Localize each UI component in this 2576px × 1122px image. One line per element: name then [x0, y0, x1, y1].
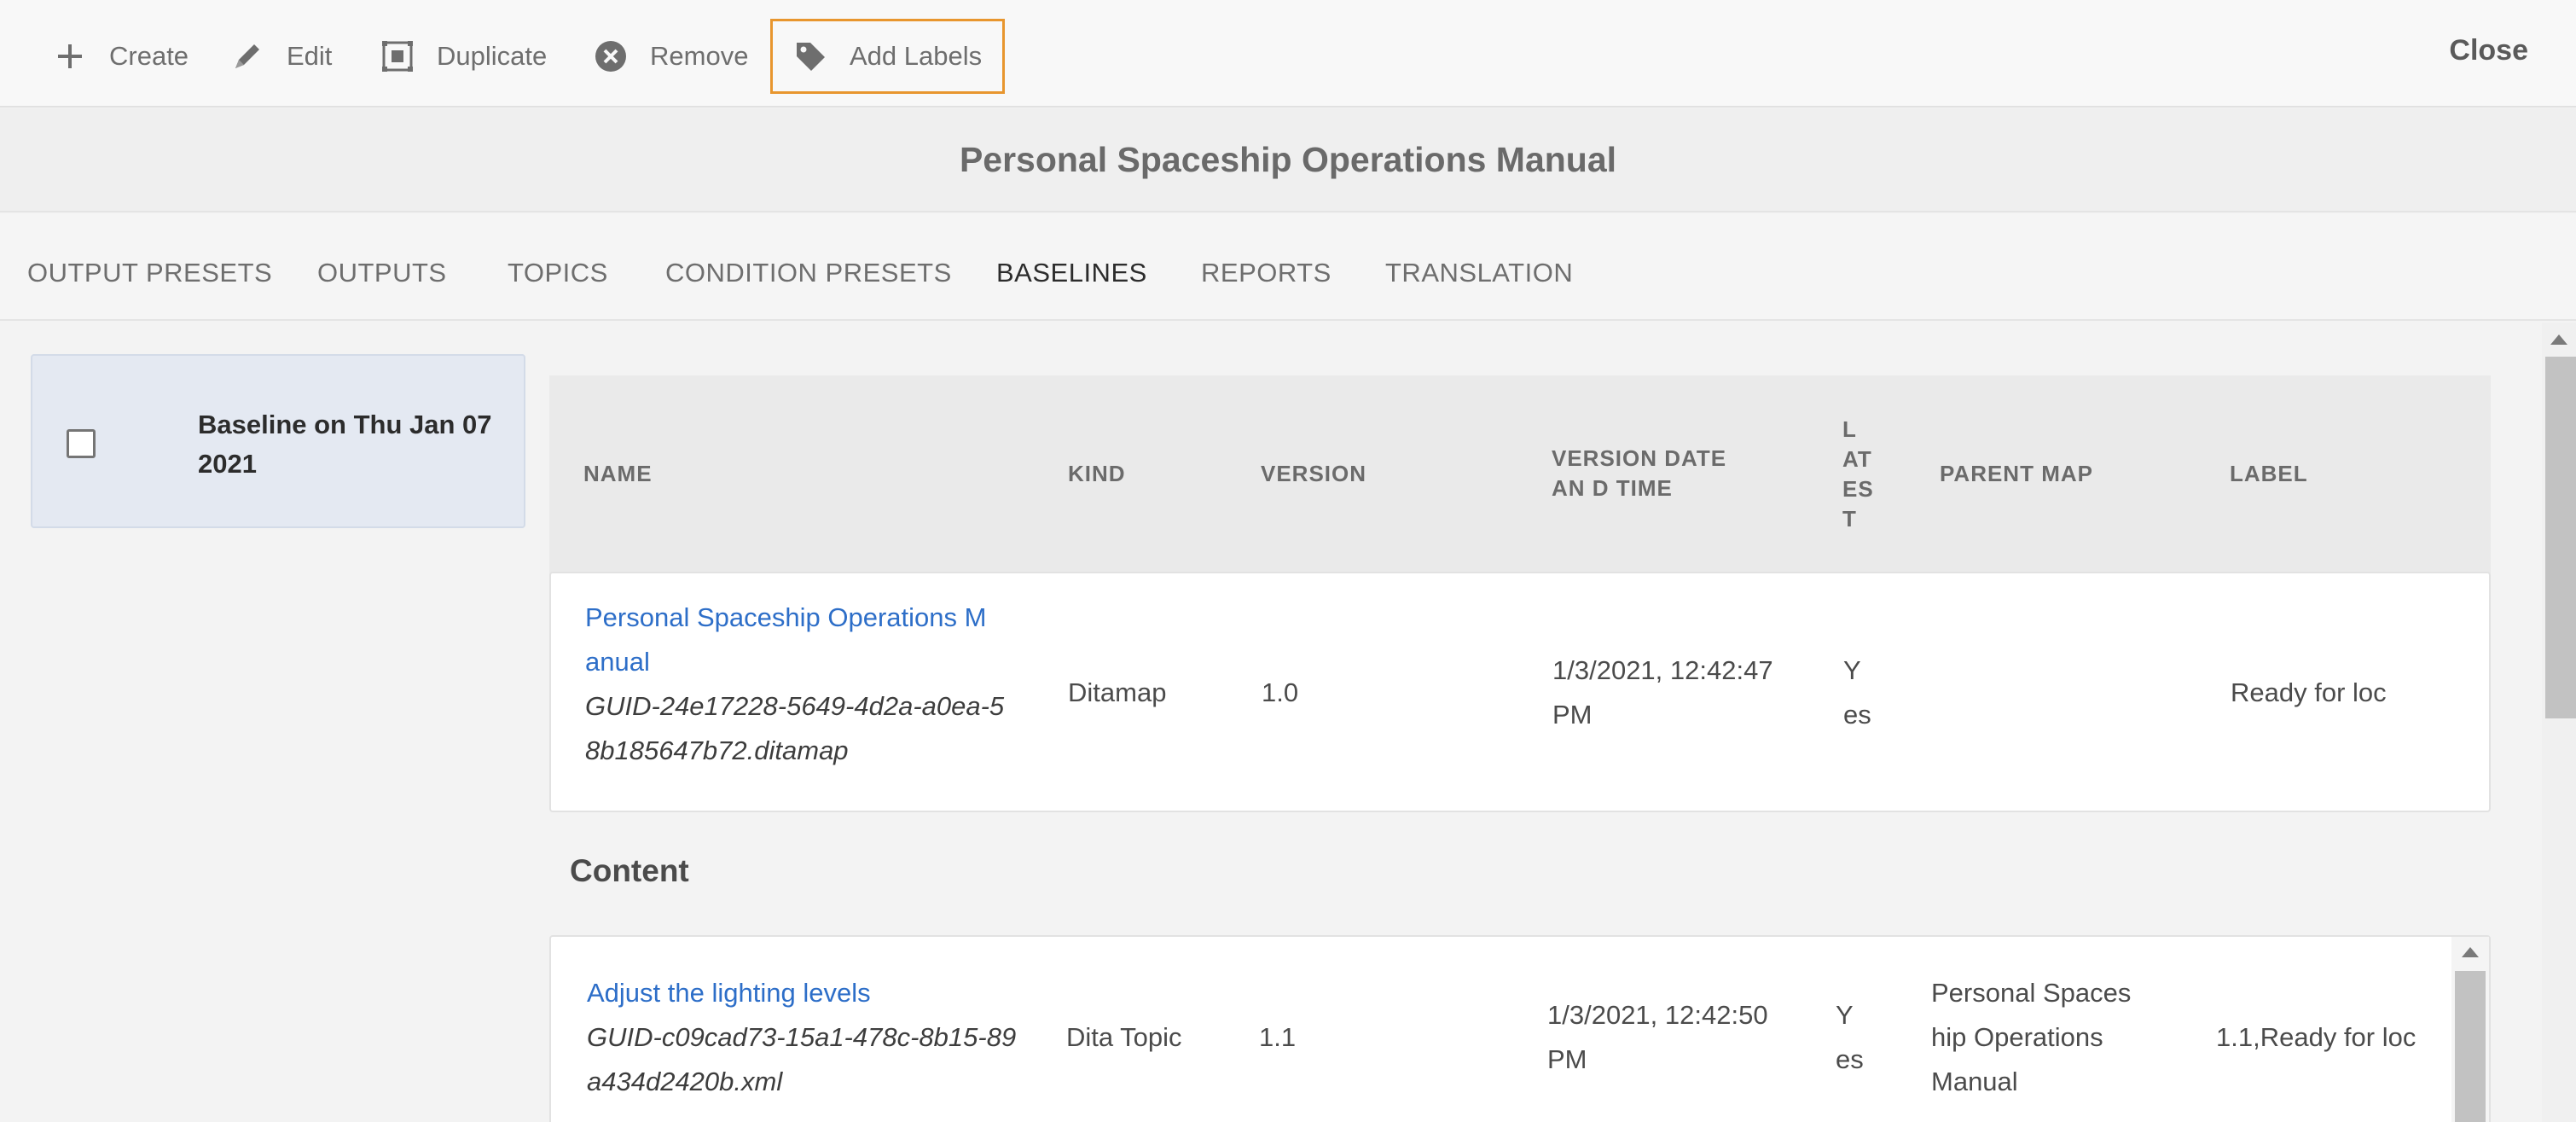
- plus-icon: [58, 44, 82, 68]
- content-version: 1.1: [1259, 1022, 1297, 1052]
- content-date-line1: 1/3/2021, 12:42:50: [1547, 1000, 1768, 1030]
- content-name-link[interactable]: Adjust the lighting levels: [587, 971, 1047, 1015]
- content-label: 1.1,Ready for loc: [2216, 1022, 2416, 1052]
- duplicate-icon: [382, 41, 413, 72]
- table-row-map[interactable]: Personal Spaceship Operations M anual GU…: [549, 572, 2491, 812]
- scroll-up-arrow-icon[interactable]: [2550, 334, 2567, 345]
- content-scroll-thumb[interactable]: [2455, 971, 2486, 1122]
- page-title: Personal Spaceship Operations Manual: [959, 139, 1617, 179]
- column-header-parent-map[interactable]: PARENT MAP: [1940, 459, 2093, 489]
- edit-label: Edit: [287, 41, 333, 71]
- add-labels-button[interactable]: Add Labels: [770, 19, 1006, 94]
- baseline-list-item[interactable]: Baseline on Thu Jan 07 2021: [31, 354, 525, 528]
- content-date-line2: PM: [1547, 1044, 1587, 1074]
- content-guid-line2: a434d2420b.xml: [587, 1067, 783, 1096]
- map-name-cell: Personal Spaceship Operations M anual GU…: [585, 596, 1046, 773]
- map-latest-line1: Y: [1843, 655, 1861, 685]
- baseline-checkbox[interactable]: [67, 429, 96, 458]
- remove-button[interactable]: Remove: [594, 19, 748, 94]
- tab-bar: OUTPUT PRESETS OUTPUTS TOPICS CONDITION …: [0, 213, 2576, 321]
- map-date-line1: 1/3/2021, 12:42:47: [1552, 655, 1773, 685]
- map-guid-line2: 8b185647b72.ditamap: [585, 735, 849, 765]
- column-header-kind[interactable]: KIND: [1068, 459, 1126, 489]
- create-button[interactable]: Create: [53, 19, 189, 94]
- map-version: 1.0: [1262, 677, 1299, 707]
- tab-outputs[interactable]: OUTPUTS: [317, 258, 447, 288]
- duplicate-button[interactable]: Duplicate: [380, 19, 547, 94]
- content-latest-line2: es: [1836, 1044, 1864, 1074]
- table-row[interactable]: Adjust the lighting levels GUID-c09cad73…: [549, 935, 2491, 1122]
- content-latest: Y es: [1836, 993, 1864, 1082]
- content-parent-line3: Manual: [1931, 1067, 2018, 1096]
- tag-icon: [797, 43, 825, 71]
- create-label: Create: [109, 41, 189, 71]
- column-header-label[interactable]: LABEL: [2230, 459, 2308, 489]
- duplicate-label: Duplicate: [437, 41, 548, 71]
- tab-translation[interactable]: TRANSLATION: [1385, 258, 1573, 288]
- baseline-label: Baseline on Thu Jan 07 2021: [198, 410, 492, 479]
- tab-baselines[interactable]: BASELINES: [996, 258, 1147, 288]
- tab-condition-presets[interactable]: CONDITION PRESETS: [665, 258, 952, 288]
- content-guid-line1: GUID-c09cad73-15a1-478c-8b15-89: [587, 1022, 1017, 1052]
- content-scrollbar[interactable]: [2451, 937, 2489, 1122]
- tab-output-presets[interactable]: OUTPUT PRESETS: [27, 258, 272, 288]
- page-scroll-thumb[interactable]: [2545, 357, 2576, 718]
- column-header-version-date[interactable]: VERSION DATE AN D TIME: [1552, 444, 1748, 503]
- map-version-date: 1/3/2021, 12:42:47 PM: [1552, 648, 1773, 737]
- content-parent-line1: Personal Spaces: [1931, 978, 2132, 1008]
- map-guid-line1: GUID-24e17228-5649-4d2a-a0ea-5: [585, 691, 1005, 721]
- tab-topics[interactable]: TOPICS: [508, 258, 608, 288]
- content-parent-map: Personal Spaces hip Operations Manual: [1931, 971, 2131, 1104]
- map-date-line2: PM: [1552, 700, 1593, 730]
- content-parent-line2: hip Operations: [1931, 1022, 2103, 1052]
- pencil-icon: [235, 44, 259, 68]
- remove-label: Remove: [650, 41, 749, 71]
- map-latest: Y es: [1843, 648, 1871, 737]
- content-version-date: 1/3/2021, 12:42:50 PM: [1547, 993, 1768, 1082]
- column-header-name[interactable]: NAME: [583, 459, 653, 489]
- column-header-latest[interactable]: L AT ES T: [1842, 415, 1878, 534]
- action-toolbar: Create Edit Duplicate Remove Add Labels …: [0, 0, 2576, 108]
- map-kind: Ditamap: [1068, 677, 1167, 707]
- content-name-cell: Adjust the lighting levels GUID-c09cad73…: [587, 971, 1047, 1104]
- close-button[interactable]: Close: [2449, 34, 2528, 67]
- page-scrollbar[interactable]: [2542, 323, 2576, 1122]
- column-header-version[interactable]: VERSION: [1261, 459, 1366, 489]
- tab-reports[interactable]: REPORTS: [1201, 258, 1332, 288]
- baseline-table-header: NAME KIND VERSION VERSION DATE AN D TIME…: [549, 375, 2491, 573]
- map-name-link-line1[interactable]: Personal Spaceship Operations M: [585, 596, 1046, 640]
- map-latest-line2: es: [1843, 700, 1871, 730]
- content-latest-line1: Y: [1836, 1000, 1854, 1030]
- remove-circle-icon: [595, 41, 626, 72]
- add-labels-label: Add Labels: [850, 41, 983, 71]
- map-name-link-line2[interactable]: anual: [585, 640, 1046, 684]
- scroll-up-arrow-icon[interactable]: [2462, 947, 2479, 957]
- edit-button[interactable]: Edit: [230, 19, 332, 94]
- map-label: Ready for loc: [2231, 677, 2387, 707]
- title-bar: Personal Spaceship Operations Manual: [0, 108, 2576, 212]
- content-kind: Dita Topic: [1066, 1022, 1182, 1052]
- content-heading: Content: [570, 853, 689, 888]
